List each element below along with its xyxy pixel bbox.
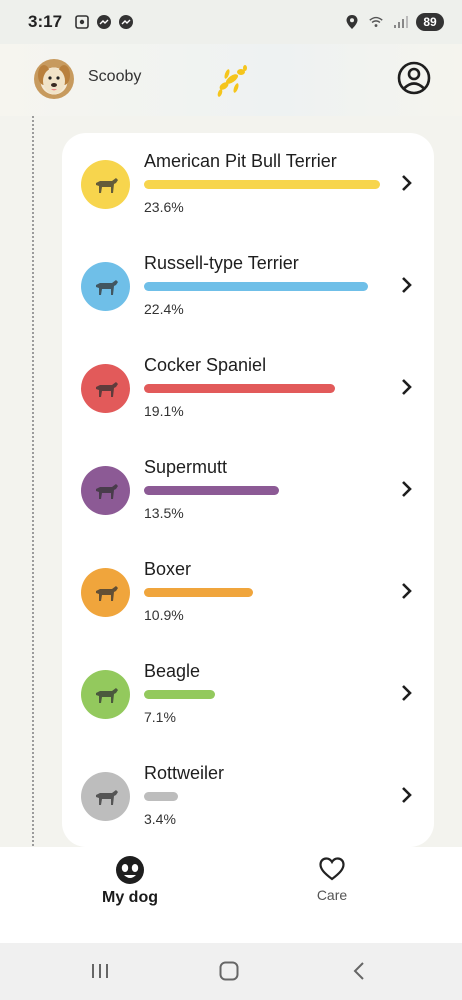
heart-icon	[319, 857, 345, 881]
breed-bar-track	[144, 486, 380, 496]
chevron-right-icon	[400, 479, 414, 499]
breed-name: Cocker Spaniel	[144, 355, 267, 375]
screenshot-icon	[74, 14, 90, 30]
breed-dog-icon	[81, 466, 130, 515]
breed-bar-track	[144, 180, 380, 190]
messenger-icon	[118, 14, 134, 30]
status-bar: 3:17 89	[0, 0, 462, 44]
nav-care-label: Care	[316, 887, 348, 903]
breed-dog-icon	[81, 670, 130, 719]
status-time: 3:17	[28, 12, 63, 31]
profile-button[interactable]	[396, 60, 432, 96]
chevron-right-icon	[400, 581, 414, 601]
recent-apps-button[interactable]	[85, 959, 115, 983]
nav-my-dog[interactable]: My dog	[70, 855, 190, 925]
breed-percentage-bar	[144, 282, 368, 291]
breed-percentage: 22.4%	[144, 301, 184, 317]
signal-icon	[392, 14, 408, 30]
breed-bar-track	[144, 384, 380, 394]
back-button[interactable]	[344, 959, 374, 983]
breed-percentage: 23.6%	[144, 199, 184, 215]
breed-percentage-bar	[144, 588, 253, 597]
notification-icons	[74, 14, 134, 30]
location-icon	[344, 14, 360, 30]
breed-dog-icon	[81, 568, 130, 617]
profile-icon	[397, 61, 431, 95]
breed-row[interactable]: Russell-type Terrier 22.4%	[62, 235, 434, 337]
breed-row[interactable]: Beagle 7.1%	[62, 643, 434, 745]
breed-percentage-bar	[144, 384, 335, 393]
breed-percentage: 3.4%	[144, 811, 176, 827]
breed-name: American Pit Bull Terrier	[144, 151, 337, 171]
dog-face-icon	[116, 856, 144, 884]
breed-mix-card: American Pit Bull Terrier 23.6% Russell-ty…	[62, 133, 434, 847]
breed-percentage-bar	[144, 180, 380, 189]
breed-row[interactable]: Rottweiler 3.4%	[62, 745, 434, 847]
back-icon	[353, 962, 364, 980]
timeline-divider	[32, 116, 34, 846]
breed-row[interactable]: Boxer 10.9%	[62, 541, 434, 643]
chevron-right-icon	[400, 173, 414, 193]
breed-percentage: 19.1%	[144, 403, 184, 419]
breed-row[interactable]: Cocker Spaniel 19.1%	[62, 337, 434, 439]
dog-balloon-logo-icon	[214, 62, 250, 98]
breed-name: Beagle	[144, 661, 201, 681]
breed-percentage-bar	[144, 690, 215, 699]
chevron-right-icon	[400, 785, 414, 805]
system-nav-bar	[0, 943, 462, 1000]
messenger-icon	[96, 14, 112, 30]
breed-dog-icon	[81, 772, 130, 821]
nav-my-dog-label: My dog	[102, 889, 158, 906]
breed-bar-track	[144, 792, 380, 802]
breed-name: Boxer	[144, 559, 192, 579]
home-button[interactable]	[214, 959, 244, 983]
wifi-icon	[368, 14, 384, 30]
app-header: Scooby	[0, 44, 462, 116]
breed-bar-track	[144, 282, 380, 292]
chevron-right-icon	[400, 377, 414, 397]
nav-care[interactable]: Care	[272, 855, 392, 925]
breed-percentage-bar	[144, 792, 178, 801]
breed-dog-icon	[81, 160, 130, 209]
breed-percentage: 10.9%	[144, 607, 184, 623]
breed-percentage-bar	[144, 486, 279, 495]
breed-row[interactable]: Supermutt 13.5%	[62, 439, 434, 541]
breed-percentage: 7.1%	[144, 709, 176, 725]
breed-name: Rottweiler	[144, 763, 225, 783]
dog-name: Scooby	[88, 68, 142, 85]
home-icon	[219, 961, 239, 981]
breed-name: Russell-type Terrier	[144, 253, 299, 273]
battery-indicator: 89	[416, 13, 444, 31]
chevron-right-icon	[400, 683, 414, 703]
breed-dog-icon	[81, 262, 130, 311]
breed-name: Supermutt	[144, 457, 228, 477]
chevron-right-icon	[400, 275, 414, 295]
bottom-nav: My dog Care	[0, 847, 462, 943]
dog-avatar[interactable]	[34, 59, 74, 99]
recent-apps-icon	[92, 964, 108, 978]
breed-percentage: 13.5%	[144, 505, 184, 521]
breed-bar-track	[144, 690, 380, 700]
breed-row[interactable]: American Pit Bull Terrier 23.6%	[62, 133, 434, 235]
breed-dog-icon	[81, 364, 130, 413]
breed-bar-track	[144, 588, 380, 598]
